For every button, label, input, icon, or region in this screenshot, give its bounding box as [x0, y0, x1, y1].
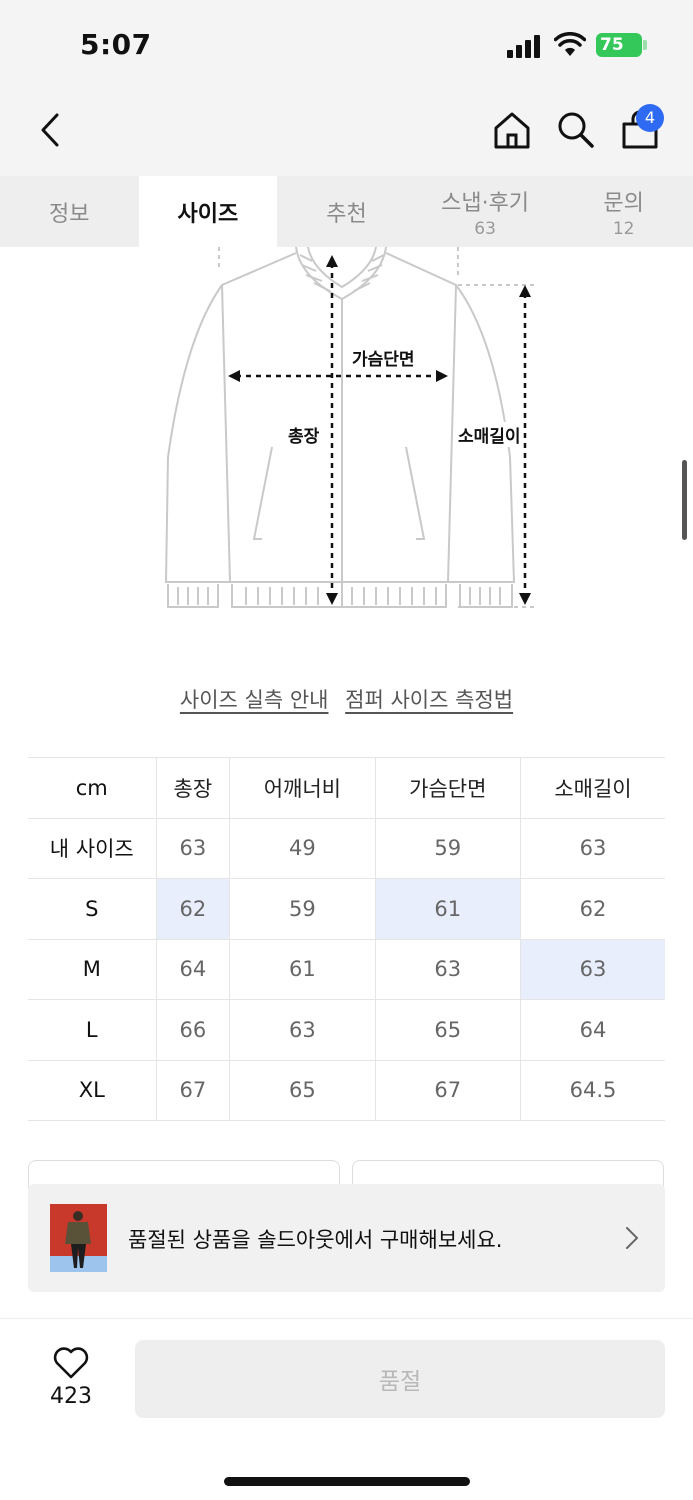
scrollbar[interactable]	[682, 460, 687, 540]
tab-bar: 정보 사이즈 추천 스냅·후기 63 문의 12	[0, 176, 693, 247]
table-row: M 64 61 63 63	[28, 938, 665, 1000]
table-cell: 59	[374, 817, 521, 879]
row-label: S	[28, 878, 157, 940]
tab-count: 63	[474, 218, 496, 239]
tab-label: 추천	[326, 201, 367, 227]
row-label: M	[28, 938, 157, 1000]
status-bar: 5:07 75	[0, 0, 693, 92]
row-label: L	[28, 999, 157, 1061]
table-cell: 62	[519, 878, 665, 940]
table-cell: 49	[229, 817, 376, 879]
sold-out-button[interactable]: 품절	[135, 1340, 665, 1418]
row-label: XL	[28, 1059, 157, 1121]
tab-label: 문의	[603, 190, 644, 216]
table-cell: 67	[155, 1059, 231, 1121]
table-cell: 64	[155, 938, 231, 1000]
table-row: S 62 59 61 62	[28, 878, 665, 940]
tab-label: 스냅·후기	[441, 190, 530, 216]
table-cell: 65	[229, 1059, 376, 1121]
table-cell: 67	[374, 1059, 521, 1121]
table-cell-highlighted: 61	[374, 878, 521, 940]
table-header: 가슴단면	[374, 757, 521, 819]
table-cell: 65	[374, 999, 521, 1061]
table-cell: 64	[519, 999, 665, 1061]
tab-count: 12	[612, 218, 635, 239]
table-cell: 59	[229, 878, 376, 940]
table-cell-highlighted: 63	[519, 938, 665, 1000]
table-header: 총장	[155, 757, 231, 819]
tab-label: 정보	[49, 201, 90, 227]
tab-snap-review[interactable]: 스냅·후기 63	[416, 176, 555, 247]
tab-info[interactable]: 정보	[0, 176, 139, 247]
heart-icon[interactable]	[52, 1346, 90, 1380]
table-cell: 64.5	[519, 1059, 665, 1121]
wifi-icon	[554, 32, 586, 56]
table-header: cm	[28, 757, 157, 819]
tab-label: 사이즈	[177, 201, 239, 227]
size-guide-link[interactable]: 사이즈 실측 안내	[180, 688, 329, 712]
status-time: 5:07	[80, 28, 152, 61]
table-header: 어깨너비	[229, 757, 376, 819]
table-cell: 63	[229, 999, 376, 1061]
table-row: L 66 63 65 64	[28, 999, 665, 1061]
row-label: 내 사이즈	[28, 817, 157, 879]
table-cell-highlighted: 62	[155, 878, 231, 940]
chest-width-label: 가슴단면	[350, 345, 417, 370]
guide-links: 사이즈 실측 안내 점퍼 사이즈 측정법	[0, 684, 693, 714]
signal-icon	[507, 34, 543, 58]
size-diagram: 가슴단면 총장 소매길이	[0, 246, 693, 627]
measure-guide-link[interactable]: 점퍼 사이즈 측정법	[345, 688, 513, 712]
chevron-left-icon[interactable]	[38, 112, 62, 148]
table-cell: 63	[155, 817, 231, 879]
total-length-label: 총장	[286, 422, 322, 447]
soldout-banner[interactable]: 품절된 상품을 솔드아웃에서 구매해보세요.	[28, 1184, 665, 1292]
table-header-row: cm 총장 어깨너비 가슴단면 소매길이	[28, 757, 665, 819]
tab-inquiry[interactable]: 문의 12	[554, 176, 693, 247]
battery-level: 75	[600, 35, 624, 55]
home-icon[interactable]	[492, 110, 532, 150]
battery-cap	[643, 40, 647, 50]
table-row: 내 사이즈 63 49 59 63	[28, 817, 665, 879]
home-indicator	[224, 1477, 470, 1486]
table-row: XL 67 65 67 64.5	[28, 1059, 665, 1121]
like-count: 423	[50, 1384, 92, 1409]
table-cell: 61	[229, 938, 376, 1000]
tab-recommend[interactable]: 추천	[277, 176, 416, 247]
cart-count-badge: 4	[636, 104, 664, 132]
table-cell: 66	[155, 999, 231, 1061]
battery-icon: 75	[596, 33, 642, 57]
soldout-banner-text: 품절된 상품을 솔드아웃에서 구매해보세요.	[128, 1228, 503, 1252]
size-table: cm 총장 어깨너비 가슴단면 소매길이 내 사이즈 63 49 59 63 S…	[28, 757, 665, 1121]
jacket-illustration	[164, 246, 538, 608]
search-icon[interactable]	[556, 110, 596, 150]
table-cell: 63	[374, 938, 521, 1000]
product-thumbnail	[50, 1204, 107, 1272]
table-header: 소매길이	[519, 757, 665, 819]
chevron-right-icon	[626, 1227, 638, 1249]
tab-size[interactable]: 사이즈	[138, 176, 278, 247]
sleeve-length-label: 소매길이	[456, 422, 523, 447]
table-cell: 63	[519, 817, 665, 879]
